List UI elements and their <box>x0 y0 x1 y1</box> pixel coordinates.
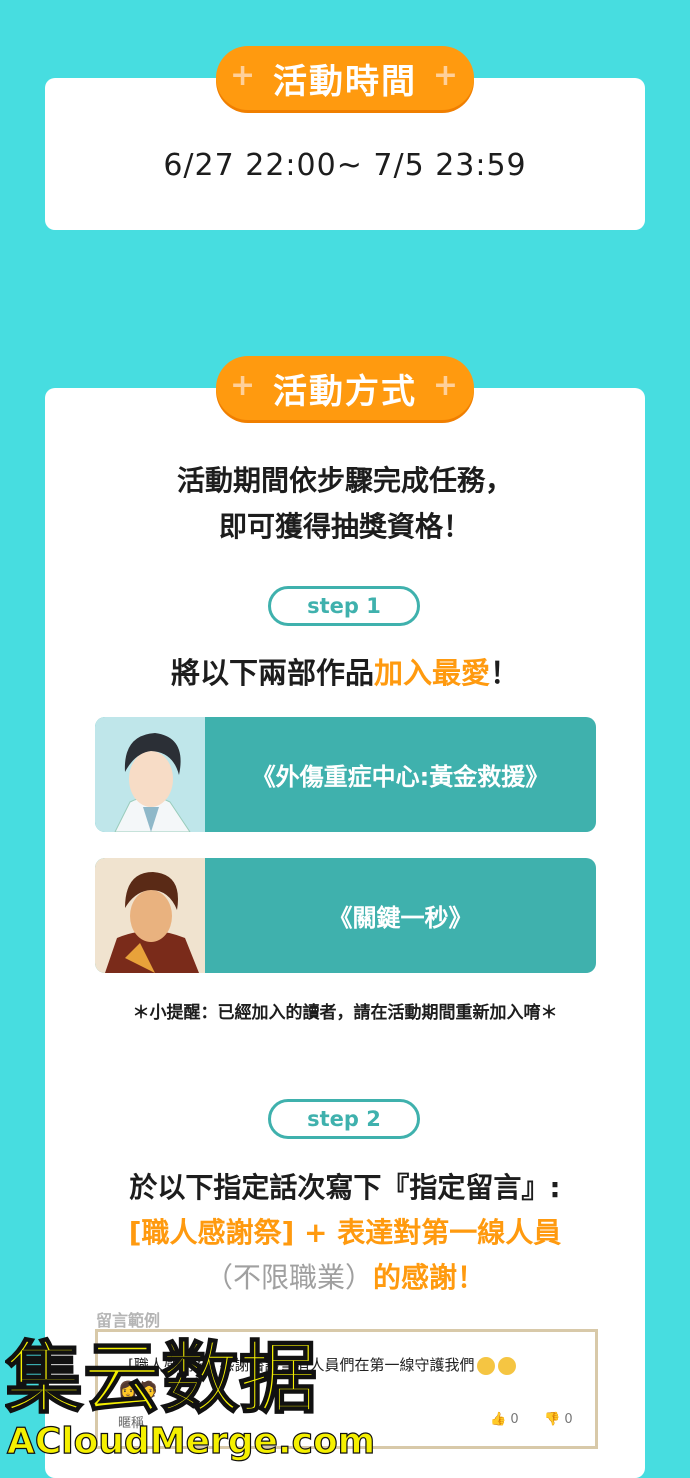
step2-line-1: 於以下指定話次寫下『指定留言』: <box>129 1171 561 1204</box>
intro-text: 活動期間依步驟完成任務， 即可獲得抽獎資格！ <box>45 458 645 550</box>
step2-line-3-thanks: 的感謝！ <box>373 1261 486 1294</box>
event-time-header: + 活動時間 + <box>216 46 474 110</box>
work-card-trauma-center[interactable]: 《外傷重症中心:黃金救援》 <box>95 717 596 832</box>
reminder-text: ＊小提醒：已經加入的讀者，請在活動期間重新加入唷＊ <box>132 1003 558 1023</box>
event-time-title: 活動時間 <box>273 61 417 102</box>
work-title-critical-second: 《關鍵一秒》 <box>328 904 473 932</box>
example-comment-text: [職人感謝祭] 感謝醫護警消人員們在第一線守護我們 <box>128 1354 517 1375</box>
like-button[interactable]: 👍 0 <box>490 1412 519 1427</box>
avatar: 👩 <box>118 1380 138 1399</box>
plus-icon: + <box>230 368 258 403</box>
intro-line-2: 即可獲得抽獎資格！ <box>218 510 471 543</box>
step1-title-prefix: 將以下兩部作品 <box>170 656 374 690</box>
step1-title-highlight: 加入最愛 <box>373 656 490 690</box>
step2-line-2: [職人感謝祭] + 表達對第一線人員 <box>128 1216 562 1249</box>
comment-username: 暱稱 <box>118 1416 145 1431</box>
example-label: 留言範例 <box>96 1311 161 1330</box>
like-count: 0 <box>510 1412 519 1427</box>
pleading-emoji-icon <box>498 1356 517 1375</box>
step2-badge: step 2 <box>268 1099 420 1139</box>
event-date-range: 6/27 22:00~ 7/5 23:59 <box>163 148 527 183</box>
dislike-count: 0 <box>564 1412 573 1427</box>
step1-title-suffix: ！ <box>490 656 520 690</box>
intro-line-1: 活動期間依步驟完成任務， <box>176 464 513 497</box>
plus-icon: + <box>432 58 460 93</box>
firefighter-portrait-icon <box>95 858 205 973</box>
event-method-header: + 活動方式 + <box>216 356 474 420</box>
doctor-portrait-icon <box>95 717 205 832</box>
step1-badge: step 1 <box>268 586 420 626</box>
step2-line-3-note: （不限職業） <box>204 1261 373 1294</box>
thumbs-down-icon: 👎 <box>544 1412 561 1427</box>
work-card-critical-second[interactable]: 《關鍵一秒》 <box>95 858 596 973</box>
user-avatars: 👩🧑 <box>118 1380 158 1399</box>
event-method-title: 活動方式 <box>273 371 417 412</box>
example-comment-box: [職人感謝祭] 感謝醫護警消人員們在第一線守護我們 👩🧑 暱稱 👍 0 👎 0 <box>95 1329 598 1449</box>
example-comment-body: [職人感謝祭] 感謝醫護警消人員們在第一線守護我們 <box>128 1356 475 1374</box>
step1-title: 將以下兩部作品加入最愛！ <box>45 650 645 692</box>
pleading-emoji-icon <box>477 1356 496 1375</box>
step2-line-3: （不限職業）的感謝！ <box>45 1256 645 1296</box>
event-method-card: 活動期間依步驟完成任務， 即可獲得抽獎資格！ step 1 將以下兩部作品加入最… <box>45 388 645 1478</box>
thumbs-up-icon: 👍 <box>490 1412 507 1427</box>
work-title-trauma-center: 《外傷重症中心:黃金救援》 <box>251 763 550 791</box>
dislike-button[interactable]: 👎 0 <box>544 1412 573 1427</box>
plus-icon: + <box>432 368 460 403</box>
plus-icon: + <box>230 58 258 93</box>
avatar: 🧑 <box>137 1380 158 1399</box>
